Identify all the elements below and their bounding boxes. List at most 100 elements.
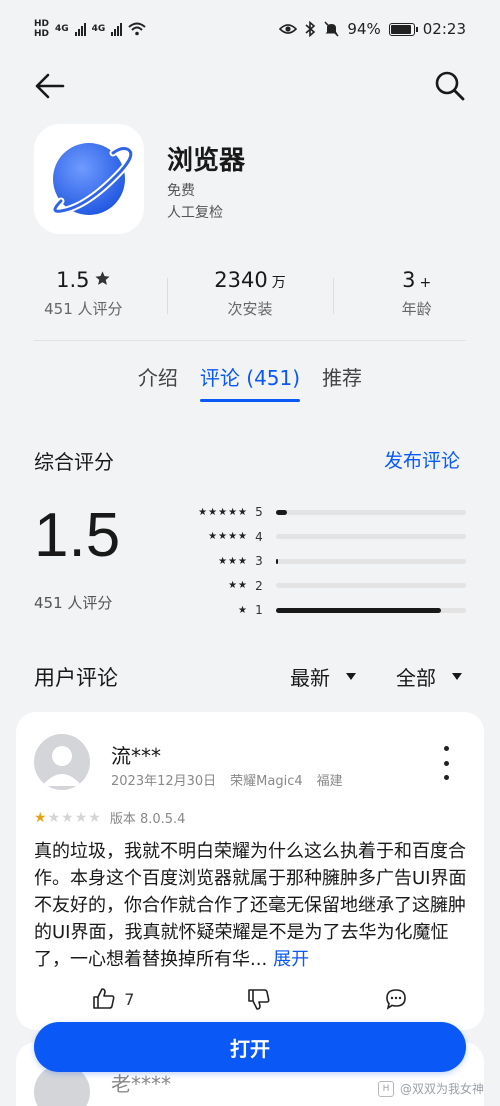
review-actions: 7 <box>16 984 484 1014</box>
eye-icon <box>279 24 298 34</box>
signal-icon <box>74 22 86 36</box>
stat-installs-value: 2340 <box>214 268 268 292</box>
tab-bar: 介绍 评论 (451) 推荐 <box>0 360 500 404</box>
user-reviews-title: 用户评论 <box>34 666 118 690</box>
dist-row-2: ★★ 2 <box>160 574 470 599</box>
sort-dropdown[interactable]: 最新 <box>290 662 356 691</box>
status-bar: HD HD 4G 4G 94% 02:23 <box>0 0 500 58</box>
top-nav <box>0 58 500 114</box>
filter-dropdown[interactable]: 全部 <box>396 662 462 691</box>
thumbs-up-icon <box>93 988 115 1009</box>
mute-bell-icon <box>324 21 340 37</box>
dist-fill <box>276 558 278 564</box>
dist-row-1: ★ 1 <box>160 598 470 623</box>
star-filled-icon: ★ <box>34 809 48 826</box>
dist-fill <box>276 607 442 613</box>
stat-age: 3 + 年龄 <box>333 268 500 328</box>
dist-stars: ★★★★★ <box>198 506 248 518</box>
dist-label: 2 <box>255 578 263 593</box>
review-date: 2023年12月30日 <box>111 774 217 789</box>
default-avatar-icon <box>42 746 82 786</box>
status-left: HD HD 4G 4G <box>34 19 146 39</box>
star-empty-icon: ★ <box>61 809 75 826</box>
dist-bar <box>276 534 466 540</box>
hd-indicator: HD HD <box>34 19 50 39</box>
avatar[interactable] <box>34 734 90 790</box>
review-body: 真的垃圾，我就不明白荣耀为什么这么执着于和百度合作。本身这个百度浏览器就属于那种… <box>34 838 470 973</box>
bluetooth-icon <box>305 21 316 37</box>
dist-row-5: ★★★★★ 5 <box>160 500 470 525</box>
clock: 02:23 <box>422 20 466 38</box>
more-options-button[interactable] <box>442 746 450 780</box>
dist-stars: ★★★★ <box>208 531 248 543</box>
reviewer-name: 流*** <box>111 744 161 768</box>
search-button[interactable] <box>430 66 470 106</box>
dislike-button[interactable] <box>247 984 271 1014</box>
review-meta: 2023年12月30日 荣耀Magic4 福建 <box>111 770 343 789</box>
sort-label: 最新 <box>290 666 330 690</box>
comment-icon <box>385 989 406 1010</box>
app-icon <box>34 124 144 234</box>
open-button[interactable]: 打开 <box>34 1022 466 1072</box>
tab-intro[interactable]: 介绍 <box>138 360 178 404</box>
tab-reviews[interactable]: 评论 (451) <box>199 360 301 404</box>
dist-fill <box>276 509 288 515</box>
rating-summary-title: 综合评分 <box>34 450 114 474</box>
overall-score: 1.5 <box>34 501 121 570</box>
dist-stars: ★★ <box>228 580 248 592</box>
stat-age-value: 3 <box>402 268 416 292</box>
app-review-tag: 人工复检 <box>167 205 223 221</box>
expand-link[interactable]: 展开 <box>273 949 309 970</box>
dist-stars: ★★★ <box>218 555 248 567</box>
dist-label: 3 <box>255 554 263 569</box>
tab-recommend[interactable]: 推荐 <box>322 360 362 404</box>
battery-fill <box>390 24 411 34</box>
stat-installs-label: 次安装 <box>227 300 273 318</box>
watermark-logo-icon: H <box>377 1080 394 1097</box>
review-device: 荣耀Magic4 <box>230 774 303 789</box>
post-review-button[interactable]: 发布评论 <box>384 446 460 473</box>
caret-down-icon <box>346 673 356 680</box>
caret-down-icon <box>452 673 462 680</box>
like-count: 7 <box>124 989 135 1009</box>
like-button[interactable]: 7 <box>92 984 134 1014</box>
review-version: 版本 8.0.5.4 <box>109 812 186 827</box>
dist-bar <box>276 607 466 613</box>
battery-percent: 94% <box>347 20 381 38</box>
dist-label: 5 <box>255 505 263 520</box>
arrow-left-icon <box>35 73 65 99</box>
app-name: 浏览器 <box>167 146 246 176</box>
search-icon <box>435 71 465 101</box>
dist-bar <box>276 583 466 589</box>
watermark: H @双双为我女神 <box>377 1080 484 1097</box>
review-card: 流*** 2023年12月30日 荣耀Magic4 福建 ★★★★★ 版本 8.… <box>16 712 484 1030</box>
dist-bar <box>276 558 466 564</box>
dist-row-3: ★★★ 3 <box>160 549 470 574</box>
filter-label: 全部 <box>396 666 436 690</box>
thumbs-down-icon <box>248 989 270 1010</box>
stat-installs-unit: 万 <box>271 275 286 291</box>
dist-label: 1 <box>255 603 263 618</box>
reply-button[interactable] <box>384 984 408 1014</box>
app-price: 免费 <box>167 183 195 199</box>
review-location: 福建 <box>316 774 343 789</box>
dist-label: 4 <box>255 529 263 544</box>
stat-installs: 2340 万 次安装 <box>166 268 334 328</box>
star-icon <box>94 271 110 285</box>
back-button[interactable] <box>30 66 70 106</box>
review-rating: ★★★★★ 版本 8.0.5.4 <box>34 808 186 828</box>
stat-age-unit: + <box>419 275 432 291</box>
dist-row-4: ★★★★ 4 <box>160 525 470 550</box>
status-right: 94% 02:23 <box>279 20 466 38</box>
dist-stars: ★ <box>238 604 248 616</box>
stat-rating-value: 1.5 <box>56 268 90 292</box>
app-stats: 1.5 451 人评分 2340 万 次安装 3 + 年龄 <box>0 268 500 328</box>
reviewer-name-2: 老**** <box>111 1072 171 1096</box>
stat-age-label: 年龄 <box>401 300 432 318</box>
star-empty-icon: ★ <box>88 809 102 826</box>
dist-bar <box>276 509 466 515</box>
wifi-icon <box>128 22 146 36</box>
star-empty-icon: ★ <box>74 809 89 826</box>
watermark-text: @双双为我女神 <box>399 1082 484 1096</box>
network-label-1: 4G <box>55 24 69 34</box>
